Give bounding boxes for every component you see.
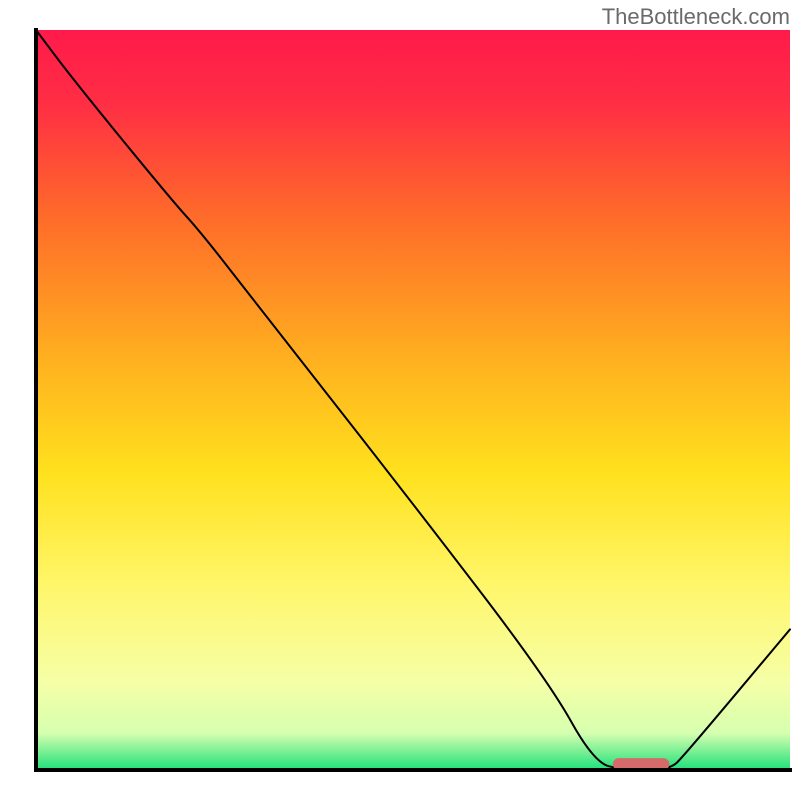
- chart-container: TheBottleneck.com: [0, 0, 800, 800]
- bottleneck-chart: [0, 0, 800, 800]
- watermark-label: TheBottleneck.com: [602, 4, 790, 30]
- plot-area: [34, 28, 792, 772]
- gradient-background: [36, 30, 790, 770]
